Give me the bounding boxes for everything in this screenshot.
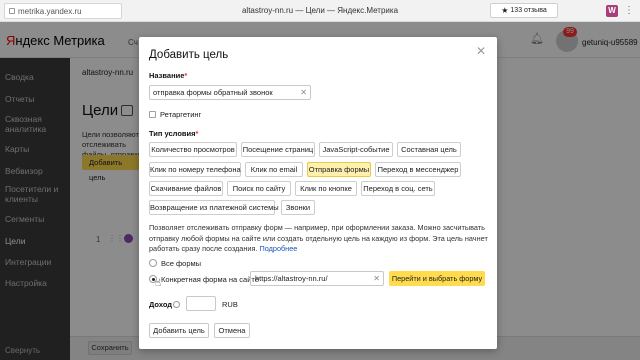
dialog-title: Добавить цель bbox=[149, 49, 229, 61]
go-select-form-button[interactable]: Перейти и выбрать форму bbox=[389, 271, 485, 286]
condition-social-button[interactable]: Переход в соц. сеть bbox=[361, 181, 435, 196]
retargeting-label: Ретаргетинг bbox=[160, 110, 202, 119]
condition-pageviews-button[interactable]: Количество просмотров bbox=[149, 142, 237, 157]
income-input[interactable] bbox=[186, 296, 216, 311]
condition-messenger-button[interactable]: Переход в мессенджер bbox=[375, 162, 461, 177]
close-icon[interactable]: ✕ bbox=[475, 45, 487, 57]
help-text-body: Позволяет отслеживать отправку форм — на… bbox=[149, 223, 488, 253]
condition-site-search-button[interactable]: Поиск по сайту bbox=[227, 181, 291, 196]
condition-type-label: Тип условия* bbox=[149, 129, 199, 138]
radio-all-forms-label: Все формы bbox=[161, 259, 202, 268]
condition-help-text: Позволяет отслеживать отправку форм — на… bbox=[149, 223, 489, 255]
goal-name-input[interactable]: отправка формы обратный звонок ✕ bbox=[149, 85, 311, 100]
name-label: Название* bbox=[149, 71, 188, 80]
retargeting-checkbox[interactable] bbox=[149, 111, 156, 118]
condition-payment-return-button[interactable]: Возвращение из платежной системы bbox=[149, 200, 279, 215]
mouse-cursor-icon: ☝︎ bbox=[155, 278, 162, 289]
condition-composite-button[interactable]: Составная цель bbox=[397, 142, 461, 157]
goal-name-value: отправка формы обратный звонок bbox=[153, 88, 273, 97]
condition-form-submit-button[interactable]: Отправка формы bbox=[307, 162, 371, 177]
condition-phone-click-button[interactable]: Клик по номеру телефона bbox=[149, 162, 241, 177]
browser-menu-icon[interactable]: ⋮ bbox=[624, 5, 634, 17]
url-clear-icon[interactable]: ✕ bbox=[373, 272, 380, 285]
condition-js-event-button[interactable]: JavaScript-событие bbox=[319, 142, 393, 157]
browser-toolbar: metrika.yandex.ru altastroy-nn.ru — Цели… bbox=[0, 0, 640, 22]
more-info-link[interactable]: Подробнее bbox=[259, 244, 297, 253]
cancel-button[interactable]: Отмена bbox=[214, 323, 250, 338]
extension-w-icon[interactable]: W bbox=[606, 5, 618, 17]
star-icon: ★ bbox=[501, 6, 509, 15]
income-label: Доход bbox=[149, 300, 173, 309]
currency-label: RUB bbox=[222, 300, 238, 309]
form-url-input[interactable]: https://altastroy-nn.ru/ ✕ bbox=[250, 271, 384, 286]
clear-icon[interactable]: ✕ bbox=[300, 86, 307, 99]
form-url-value: https://altastroy-nn.ru/ bbox=[255, 274, 328, 283]
condition-page-visit-button[interactable]: Посещение страниц bbox=[241, 142, 315, 157]
condition-file-download-button[interactable]: Скачивание файлов bbox=[149, 181, 223, 196]
condition-button-click-button[interactable]: Клик по кнопке bbox=[295, 181, 357, 196]
condition-calls-button[interactable]: Звонки bbox=[281, 200, 315, 215]
condition-email-click-button[interactable]: Клик по email bbox=[245, 162, 303, 177]
rating-text: 133 отзыва bbox=[510, 7, 547, 14]
radio-specific-form-label: Конкретная форма на сайте bbox=[161, 275, 259, 284]
radio-all-forms[interactable] bbox=[149, 259, 157, 267]
add-goal-dialog: Добавить цель ✕ Название* отправка формы… bbox=[139, 37, 497, 349]
add-goal-button[interactable]: Добавить цель bbox=[149, 323, 209, 338]
rating-badge[interactable]: ★ 133 отзыва bbox=[490, 3, 558, 18]
info-icon[interactable] bbox=[173, 301, 180, 308]
